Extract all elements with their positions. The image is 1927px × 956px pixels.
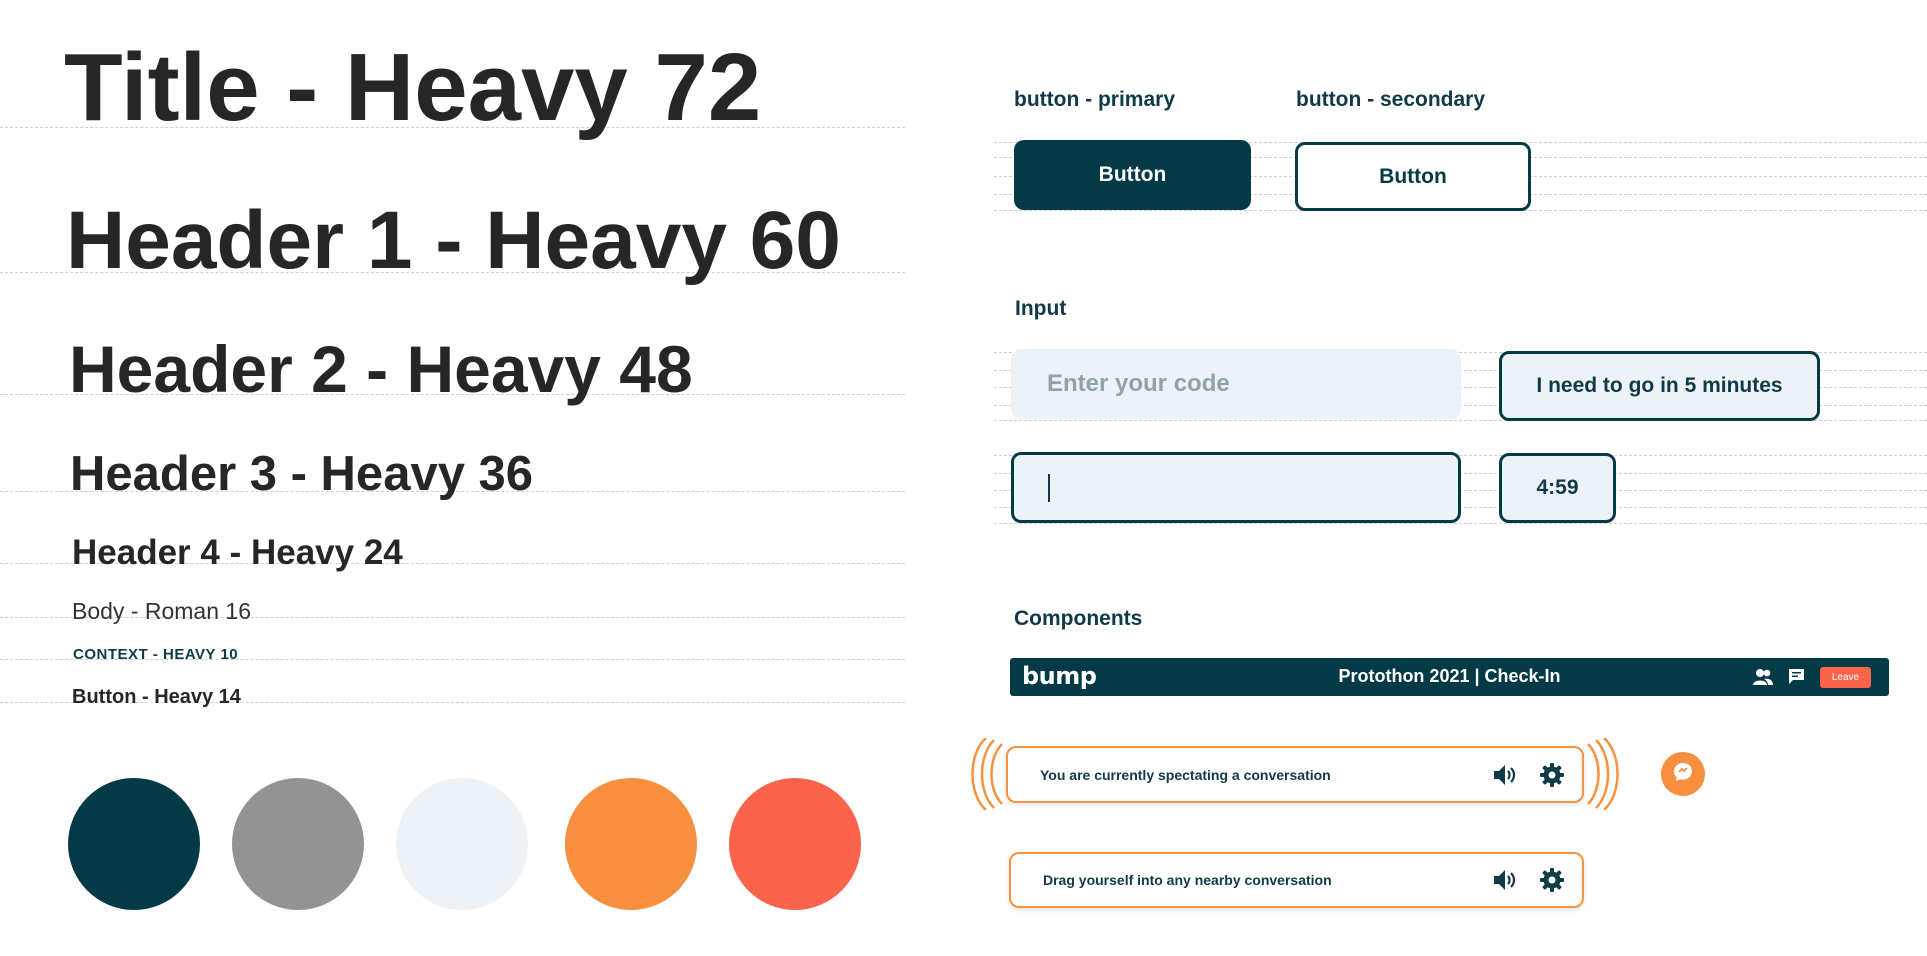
chat-bubble-icon — [1672, 761, 1694, 788]
primary-button-label: button - primary — [1014, 88, 1175, 111]
drag-text: Drag yourself into any nearby conversati… — [1043, 872, 1332, 888]
sound-waves-left — [971, 738, 1003, 810]
swatch-orange — [565, 778, 697, 910]
header4-sample: Header 4 - Heavy 24 — [72, 533, 403, 572]
code-input[interactable]: Enter your code — [1011, 349, 1461, 419]
swatch-gray — [232, 778, 364, 910]
header2-sample: Header 2 - Heavy 48 — [69, 332, 693, 406]
leave-button-label: Leave — [1831, 672, 1860, 683]
secondary-button[interactable]: Button — [1295, 142, 1531, 211]
gear-icon[interactable] — [1538, 761, 1566, 789]
gear-icon[interactable] — [1538, 866, 1566, 894]
sound-waves-right — [1587, 738, 1619, 810]
speaker-icon[interactable] — [1491, 866, 1519, 894]
primary-button[interactable]: Button — [1014, 140, 1251, 210]
swatch-dark-teal — [68, 778, 200, 910]
top-navbar: bump Protothon 2021 | Check-In Leave — [1010, 658, 1889, 696]
spectating-banner: You are currently spectating a conversat… — [1006, 746, 1584, 803]
button-sample: Button - Heavy 14 — [72, 686, 241, 708]
secondary-button-label: button - secondary — [1296, 88, 1486, 111]
swatch-coral — [729, 778, 861, 910]
leave-message-text: I need to go in 5 minutes — [1536, 374, 1783, 397]
chat-icon[interactable] — [1788, 668, 1805, 685]
leave-message-field[interactable]: I need to go in 5 minutes — [1499, 351, 1820, 421]
people-icon[interactable] — [1752, 667, 1774, 687]
swatch-light — [396, 778, 528, 910]
input-section-label: Input — [1015, 297, 1067, 320]
header1-sample: Header 1 - Heavy 60 — [66, 195, 841, 286]
title-sample: Title - Heavy 72 — [64, 34, 762, 141]
timer-value: 4:59 — [1536, 476, 1579, 499]
leave-button[interactable]: Leave — [1820, 667, 1871, 688]
code-input-placeholder: Enter your code — [1047, 370, 1230, 397]
context-sample: CONTEXT - HEAVY 10 — [73, 646, 239, 663]
body-sample: Body - Roman 16 — [72, 598, 251, 624]
text-cursor — [1048, 473, 1050, 502]
spectating-text: You are currently spectating a conversat… — [1040, 766, 1331, 783]
drag-banner: Drag yourself into any nearby conversati… — [1009, 852, 1584, 908]
timer-field: 4:59 — [1499, 453, 1616, 523]
header3-sample: Header 3 - Heavy 36 — [70, 447, 534, 501]
speaker-icon[interactable] — [1491, 761, 1519, 789]
components-section-label: Components — [1014, 607, 1143, 630]
floating-chat-button[interactable] — [1661, 752, 1705, 796]
active-text-input[interactable] — [1011, 452, 1461, 523]
